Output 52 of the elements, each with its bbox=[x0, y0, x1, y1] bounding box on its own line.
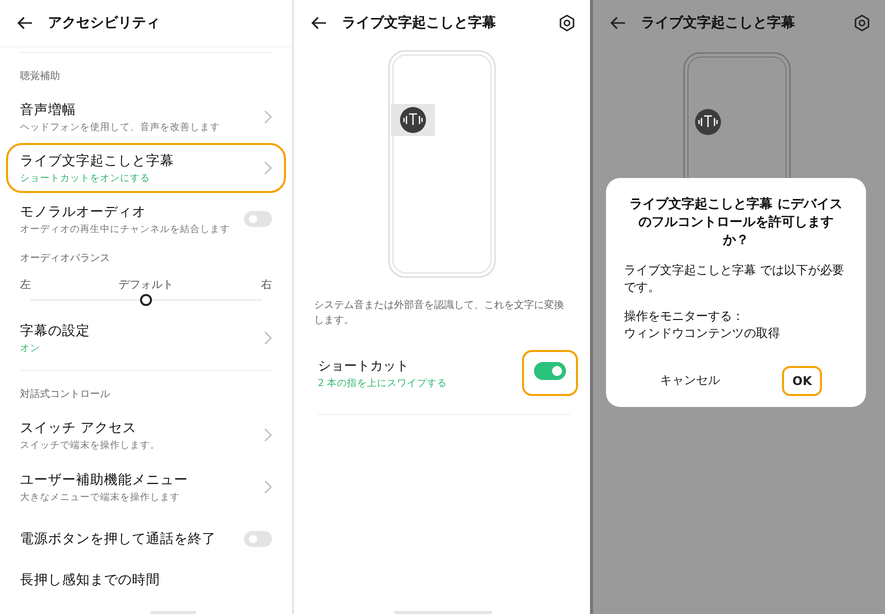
chevron-icon bbox=[264, 428, 272, 442]
slider-thumb[interactable] bbox=[140, 294, 152, 306]
list-item[interactable]: 字幕の設定 オン bbox=[20, 312, 272, 364]
settings-icon[interactable] bbox=[558, 14, 576, 32]
item-title: ユーザー補助機能メニュー bbox=[20, 470, 188, 488]
slider-track[interactable] bbox=[30, 294, 262, 306]
item-title: ライブ文字起こしと字幕 bbox=[20, 152, 174, 170]
item-subtitle: 大きなメニューで端末を操作します bbox=[20, 490, 181, 504]
section-label: 対話式コントロール bbox=[20, 370, 272, 409]
item-subtitle: オン bbox=[20, 342, 41, 354]
item-title: 音声増幅 bbox=[20, 100, 77, 118]
item-title: モノラルオーディオ bbox=[20, 202, 147, 220]
list-item[interactable]: ユーザー補助機能メニュー 大きなメニューで端末を操作します bbox=[20, 461, 272, 513]
chevron-icon bbox=[264, 480, 272, 494]
slider-label: デフォルト bbox=[118, 277, 174, 292]
item-subtitle: ショートカットをオンにする bbox=[20, 172, 151, 184]
item-subtitle: スイッチで端末を操作します。 bbox=[20, 438, 160, 452]
toggle-switch[interactable] bbox=[534, 362, 566, 380]
dialog-button[interactable]: OK bbox=[782, 366, 822, 396]
settings-icon[interactable] bbox=[853, 14, 871, 32]
item-subtitle: ヘッドフォンを使用して、音声を改善します bbox=[20, 120, 220, 134]
back-icon[interactable] bbox=[16, 14, 34, 32]
section-label: オーディオバランス bbox=[20, 252, 111, 266]
item-title: 長押し感知までの時間 bbox=[20, 571, 160, 589]
screen-title: ライブ文字起こしと字幕 bbox=[641, 14, 796, 32]
toggle-switch[interactable] bbox=[244, 211, 272, 227]
item-subtitle: 2 本の指を上にスワイプする bbox=[318, 376, 448, 390]
description-text: システム音または外部音を認識して、これを文字に変換します。 bbox=[313, 298, 565, 328]
list-item[interactable]: ライブ文字起こしと字幕 ショートカットをオンにする bbox=[6, 143, 286, 193]
dialog-text: 操作をモニターする： bbox=[624, 308, 745, 325]
item-subtitle: オーディオの再生中にチャンネルを結合します bbox=[20, 222, 230, 236]
list-item[interactable]: スイッチ アクセス スイッチで端末を操作します。 bbox=[20, 409, 272, 461]
screen-title: ライブ文字起こしと字幕 bbox=[342, 14, 497, 32]
chevron-icon bbox=[264, 110, 272, 124]
dialog-title: ライブ文字起こしと字幕 にデバイスのフルコントロールを許可しますか？ bbox=[628, 196, 844, 250]
item-title: ショートカット bbox=[318, 358, 410, 374]
item-title: スイッチ アクセス bbox=[20, 418, 138, 436]
dialog-text: ライブ文字起こしと字幕 では以下が必要です。 bbox=[624, 262, 845, 296]
item-title: 電源ボタンを押して通話を終了 bbox=[20, 530, 216, 548]
slider-label: 右 bbox=[261, 277, 272, 292]
list-item[interactable]: 音声増幅 ヘッドフォンを使用して、音声を改善します bbox=[20, 91, 272, 143]
section-label: 聴覚補助 bbox=[20, 52, 272, 91]
toggle-switch[interactable] bbox=[244, 531, 272, 547]
slider-label: 左 bbox=[20, 277, 31, 292]
back-icon[interactable] bbox=[609, 14, 627, 32]
back-icon[interactable] bbox=[310, 14, 328, 32]
dialog-button[interactable]: キャンセル bbox=[650, 364, 730, 397]
chevron-icon bbox=[264, 331, 272, 345]
dialog-text: ウィンドウコンテンツの取得 bbox=[624, 325, 781, 342]
chevron-icon bbox=[264, 161, 272, 175]
screen-title: アクセシビリティ bbox=[48, 14, 161, 32]
item-title: 字幕の設定 bbox=[20, 322, 90, 340]
